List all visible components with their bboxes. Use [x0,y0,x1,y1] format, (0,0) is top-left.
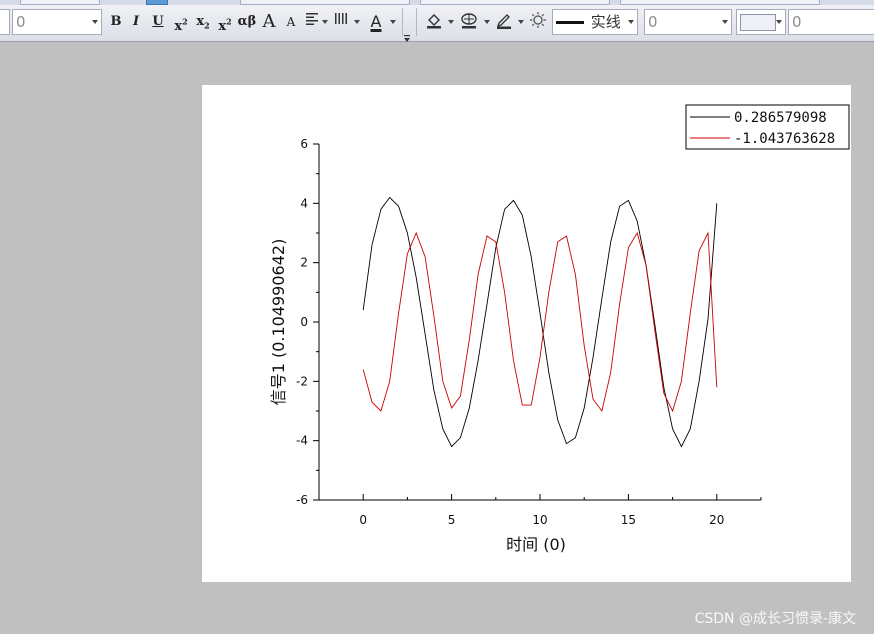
supersubscript-button[interactable]: x2 [216,11,234,35]
y-tick-label: -6 [296,493,308,507]
x-tick-label: 5 [448,513,456,527]
bold-button[interactable]: B [108,11,124,33]
watermark: CSDN @成长习惯录-康文 [694,611,856,627]
line-chart: -6 -4 -2 0 2 4 6 0 5 10 15 20 信号1 (0.104990642) 时间 … [269,104,850,554]
solid-line-icon [556,21,584,24]
y-tick-label: 2 [300,256,308,270]
series-layer [362,196,718,448]
line-style-value: 实线 [590,13,621,31]
top-tab[interactable] [20,0,100,5]
subscript-button[interactable]: x2 [194,11,212,33]
top-tab-active[interactable] [146,0,168,5]
x-tick-label: 15 [621,513,636,527]
axes: -6 -4 -2 0 2 4 6 0 5 10 15 20 [296,137,762,527]
chevron-down-icon [776,20,782,24]
chevron-down-icon[interactable] [390,20,396,24]
column-button[interactable] [333,11,351,33]
chevron-down-icon[interactable] [484,20,490,24]
line-color-button[interactable] [494,11,514,33]
superscript-button[interactable]: x2 [172,11,190,35]
x-tick-label: 0 [359,513,367,527]
font-color-button[interactable]: A [366,11,386,33]
chevron-down-icon[interactable] [518,20,524,24]
font-name-dropdown[interactable] [0,9,10,35]
y-axis-title: 信号1 (0.104990642) [269,239,288,406]
chevron-down-icon [92,20,98,24]
font-size-value: 0 [16,13,26,31]
effects-button[interactable] [528,11,548,33]
x-tick-label: 10 [532,513,547,527]
color-swatch-dropdown[interactable] [736,9,786,35]
line-width-dropdown[interactable]: 0 [644,9,732,35]
graph-page: -6 -4 -2 0 2 4 6 0 5 10 15 20 信号1 (0.104990642) 时间 … [202,85,851,582]
align-button[interactable] [304,11,320,33]
color-swatch-icon [740,14,776,31]
subscript-icon: x2 [196,14,210,31]
pen-icon [496,14,511,29]
greek-button[interactable]: αβ [237,11,257,33]
pattern-fill-button[interactable] [459,11,479,33]
grow-font-button[interactable]: A [260,11,278,33]
y-tick-label: 6 [300,137,308,151]
align-left-icon [306,13,318,25]
chevron-down-icon [722,20,728,24]
legend[interactable]: 0.286579098 -1.043763628 [685,104,850,150]
sun-icon [530,12,546,28]
top-tab[interactable] [420,0,610,5]
italic-button[interactable]: I [129,11,143,33]
legend-label-series-2: -1.043763628 [734,131,835,147]
y-tick-label: -4 [296,434,308,448]
formatting-toolbar: 0 B I U x2 x2 x2 αβ A A A 实线 0 0 [0,0,874,42]
supersubscript-icon: x2 [218,17,232,35]
x-tick-label: 20 [709,513,724,527]
y-tick-label: -2 [296,374,308,388]
y-tick-label: 4 [300,196,308,210]
pattern-value: 0 [792,13,802,31]
chevron-down-icon[interactable] [354,20,360,24]
pattern-icon [461,13,477,29]
shrink-font-button[interactable]: A [284,11,298,33]
superscript-icon: x2 [174,17,188,35]
chevron-down-icon [628,20,634,24]
columns-icon [335,13,347,24]
legend-label-series-1: 0.286579098 [734,110,827,126]
toolbar-overflow-icon[interactable] [403,28,411,42]
series-line-1 [362,196,718,448]
x-axis-title: 时间 (0) [506,535,566,554]
chevron-down-icon[interactable] [322,20,328,24]
font-size-dropdown[interactable]: 0 [12,9,102,35]
paint-bucket-icon [427,14,441,29]
fill-color-button[interactable] [424,11,444,33]
line-style-dropdown[interactable]: 实线 [552,9,638,35]
y-tick-label: 0 [300,315,308,329]
chevron-down-icon[interactable] [448,20,454,24]
pattern-dropdown[interactable]: 0 [788,9,874,35]
top-tab[interactable] [240,0,410,5]
toolbar-separator [416,8,417,36]
underline-button[interactable]: U [150,11,166,33]
top-tab[interactable] [620,0,820,5]
line-width-value: 0 [648,13,658,31]
